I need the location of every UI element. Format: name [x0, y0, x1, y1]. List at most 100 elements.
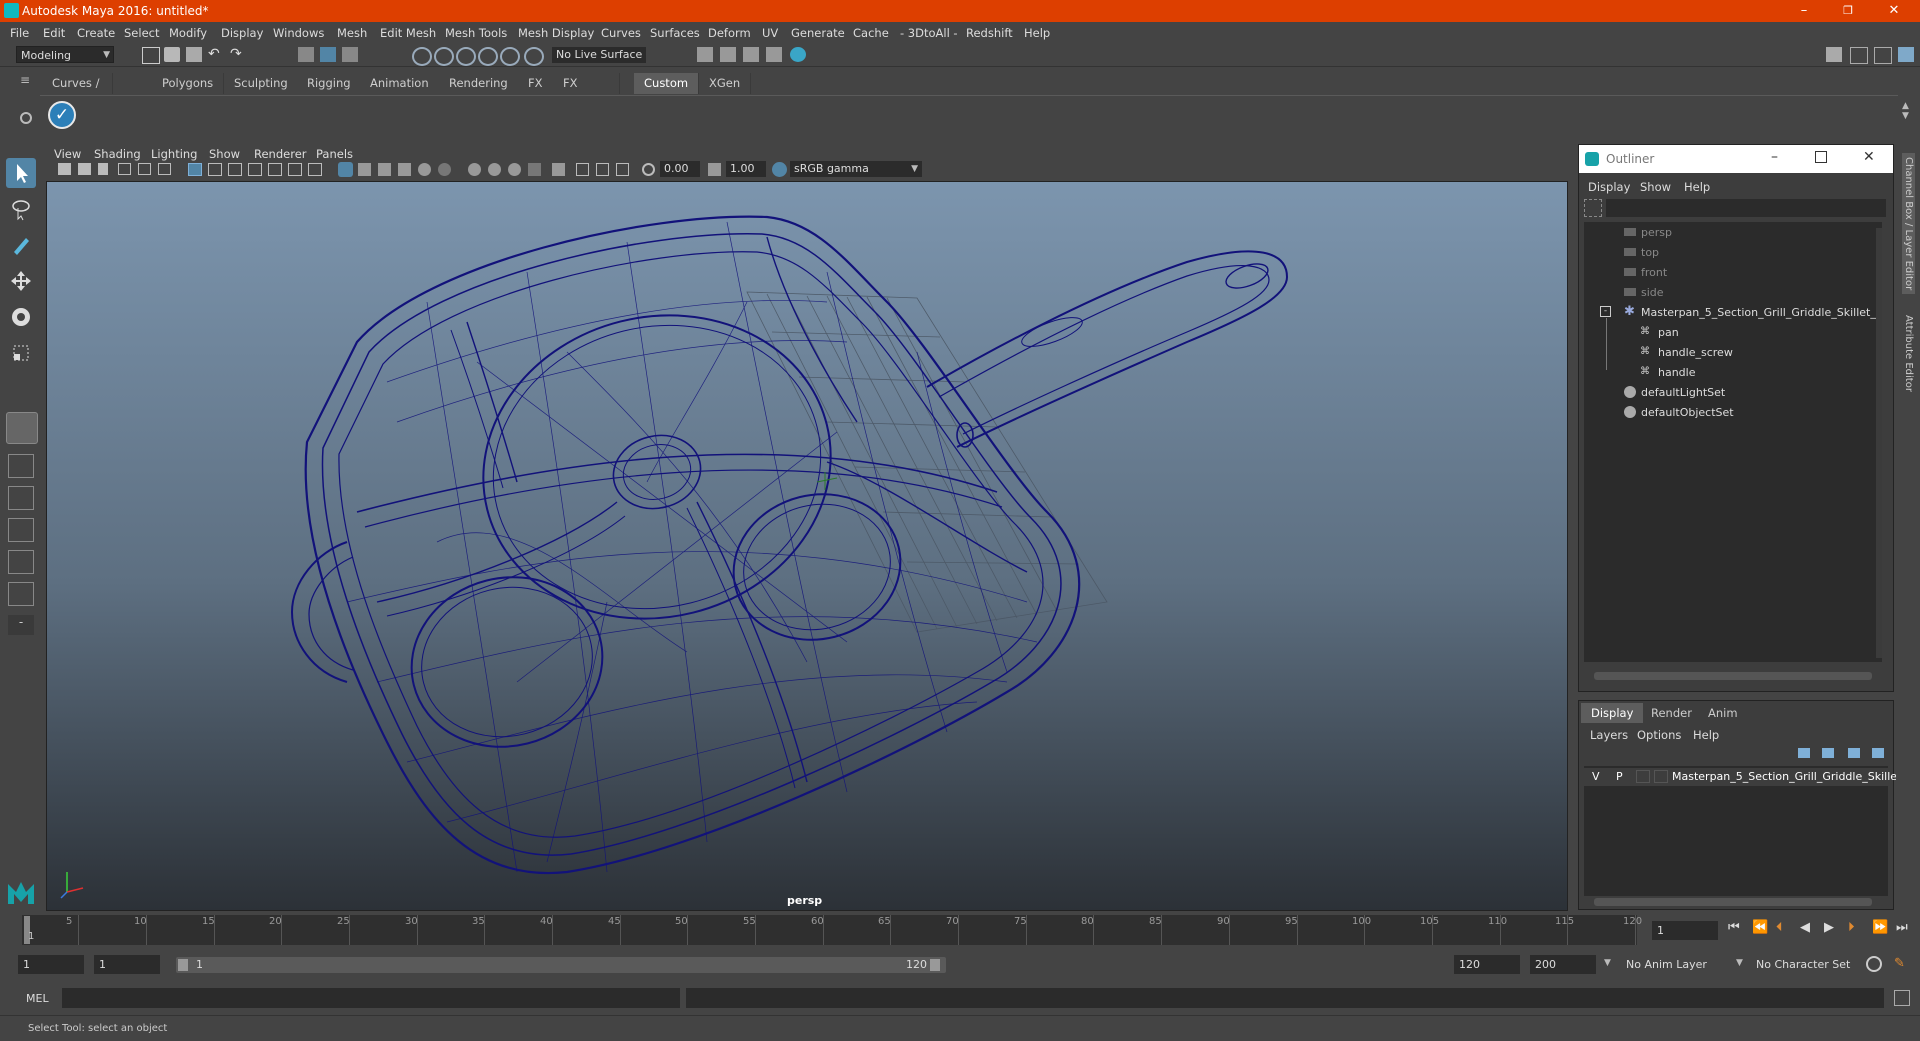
step-back-key-button[interactable]: ⏪ [1752, 920, 1768, 935]
layout-menu-icon[interactable]: - [8, 615, 34, 635]
screen-space-ao-icon[interactable] [468, 163, 481, 176]
menu-deform[interactable]: Deform [708, 26, 751, 40]
snap-live-icon[interactable] [524, 47, 544, 66]
goto-end-button[interactable]: ⏭ [1896, 920, 1908, 935]
outliner-menu-display[interactable]: Display [1588, 180, 1630, 194]
outliner-close-button[interactable]: ✕ [1863, 149, 1875, 165]
layer-horizontal-scrollbar[interactable] [1594, 898, 1872, 906]
snap-curve-icon[interactable] [434, 47, 454, 66]
script-editor-icon[interactable] [1894, 990, 1910, 1006]
select-component-icon[interactable] [342, 47, 358, 62]
paint-select-tool-icon[interactable] [6, 230, 36, 260]
resolution-gate-icon[interactable] [228, 163, 242, 176]
lasso-tool-icon[interactable] [6, 194, 36, 224]
snap-surface-icon[interactable] [500, 47, 520, 66]
select-hierarchy-icon[interactable] [298, 47, 314, 62]
shadows-icon[interactable] [438, 163, 451, 176]
snap-point-icon[interactable] [456, 47, 476, 66]
ipr-render-icon[interactable] [743, 47, 759, 62]
render-frame-icon[interactable] [720, 47, 736, 62]
new-layer-icon[interactable] [1848, 748, 1860, 758]
shelf-tab-animation[interactable]: Animation [360, 73, 440, 94]
bookmark-icon[interactable] [98, 163, 108, 175]
channel-box-toggle-icon[interactable] [1898, 47, 1914, 62]
field-chart-icon[interactable] [268, 163, 282, 176]
outliner-item-masterpan[interactable]: Masterpan_5_Section_Grill_Griddle_Skille… [1641, 306, 1881, 319]
shelf-tab-custom[interactable]: Custom [634, 73, 700, 94]
hypershade-layout-icon[interactable] [8, 582, 34, 606]
auto-key-icon[interactable] [1866, 956, 1882, 972]
layer-menu-layers[interactable]: Layers [1590, 728, 1628, 742]
camera-icon[interactable] [58, 163, 71, 175]
step-forward-key-button[interactable]: ⏩ [1872, 920, 1888, 935]
wireframe-shading-icon[interactable] [338, 162, 353, 177]
outliner-item-pan[interactable]: pan [1658, 326, 1679, 339]
menu-surfaces[interactable]: Surfaces [650, 26, 700, 40]
gate-mask-icon[interactable] [248, 163, 262, 176]
playback-start-field[interactable]: 1 [94, 955, 160, 974]
menu-create[interactable]: Create [77, 26, 115, 40]
safe-title-icon[interactable] [308, 163, 322, 176]
side-tab-attribute-editor[interactable]: Attribute Editor [1902, 311, 1915, 396]
persp-graph-layout-icon[interactable] [8, 518, 34, 542]
shelf-tab-curves-surfaces[interactable]: Curves / Surfaces [42, 73, 113, 111]
range-slider-bar[interactable]: 1 120 [176, 957, 946, 973]
rotate-tool-icon[interactable] [6, 302, 36, 332]
xray-components-icon[interactable] [616, 163, 629, 176]
camera-attributes-icon[interactable] [78, 163, 91, 175]
outliner-vertical-scrollbar[interactable] [1876, 228, 1882, 658]
live-surface-field[interactable]: No Live Surface [552, 47, 646, 63]
menu-modify[interactable]: Modify [169, 26, 207, 40]
anim-layer-select[interactable]: No Anim Layer [1622, 955, 1734, 974]
image-plane-icon[interactable] [118, 163, 131, 175]
layer-menu-help[interactable]: Help [1693, 728, 1719, 742]
layer-color-swatch[interactable] [1654, 770, 1668, 783]
play-backward-button[interactable]: ◀ [1800, 920, 1810, 935]
goto-start-button[interactable]: ⏮ [1728, 920, 1740, 935]
outliner-item-handle-screw[interactable]: handle_screw [1658, 346, 1733, 359]
shelf-tab-fx-caching[interactable]: FX Caching [553, 73, 621, 111]
shelf-tab-fx[interactable]: FX [518, 73, 554, 94]
collapse-icon[interactable]: - [1600, 306, 1611, 317]
command-language-label[interactable]: MEL [26, 992, 49, 1005]
xray-joints-icon[interactable] [596, 163, 609, 176]
outliner-search-input[interactable] [1606, 199, 1886, 217]
range-start-handle[interactable] [178, 959, 188, 971]
2d-pan-zoom-icon[interactable] [138, 163, 151, 175]
menu-mesh-display[interactable]: Mesh Display [518, 26, 594, 40]
time-slider[interactable]: 5 10 15 20 25 30 35 40 45 50 55 60 65 70 75 80 85 90 95 100… [22, 915, 1642, 945]
outliner-filter-icon[interactable] [1584, 199, 1602, 217]
tool-settings-toggle-icon[interactable] [1874, 47, 1892, 64]
two-view-layout-icon[interactable] [8, 486, 34, 510]
shelf-menu-icon[interactable]: ≡ [20, 73, 32, 95]
scale-tool-icon[interactable] [6, 338, 36, 368]
select-tool-icon[interactable] [6, 158, 36, 188]
chevron-down-icon[interactable]: ▼ [1604, 958, 1611, 968]
vp-menu-panels[interactable]: Panels [316, 147, 353, 161]
persp-outliner-layout-icon[interactable] [8, 550, 34, 574]
modeling-toolkit-icon[interactable] [1826, 47, 1842, 62]
outliner-item-front[interactable]: front [1641, 266, 1667, 279]
menu-windows[interactable]: Windows [273, 26, 324, 40]
range-end-handle[interactable] [930, 959, 940, 971]
maximize-button[interactable]: ❐ [1826, 0, 1870, 22]
menu-redshift[interactable]: Redshift [966, 26, 1013, 40]
layer-tab-render[interactable]: Render [1641, 703, 1702, 723]
gamma-icon[interactable] [708, 163, 721, 176]
outliner-item-persp[interactable]: persp [1641, 226, 1672, 239]
outliner-menu-help[interactable]: Help [1684, 180, 1710, 194]
smooth-shade-icon[interactable] [358, 163, 371, 176]
open-scene-icon[interactable] [164, 47, 180, 62]
menu-edit-mesh[interactable]: Edit Mesh [380, 26, 436, 40]
vp-menu-shading[interactable]: Shading [94, 147, 141, 161]
attribute-editor-toggle-icon[interactable] [1850, 47, 1868, 64]
undo-icon[interactable]: ↶ [208, 47, 224, 62]
menu-mesh-tools[interactable]: Mesh Tools [445, 26, 507, 40]
textured-icon[interactable] [398, 163, 411, 176]
shelf-scroll-arrows-icon[interactable]: ▲ ▼ [1902, 101, 1909, 121]
current-frame-field[interactable]: 1 [1652, 921, 1718, 940]
shelf-tab-polygons[interactable]: Polygons [152, 73, 225, 94]
outliner-menu-show[interactable]: Show [1640, 180, 1671, 194]
menu-generate[interactable]: Generate [791, 26, 845, 40]
checkmark-script-icon[interactable]: ✓ [48, 101, 76, 129]
